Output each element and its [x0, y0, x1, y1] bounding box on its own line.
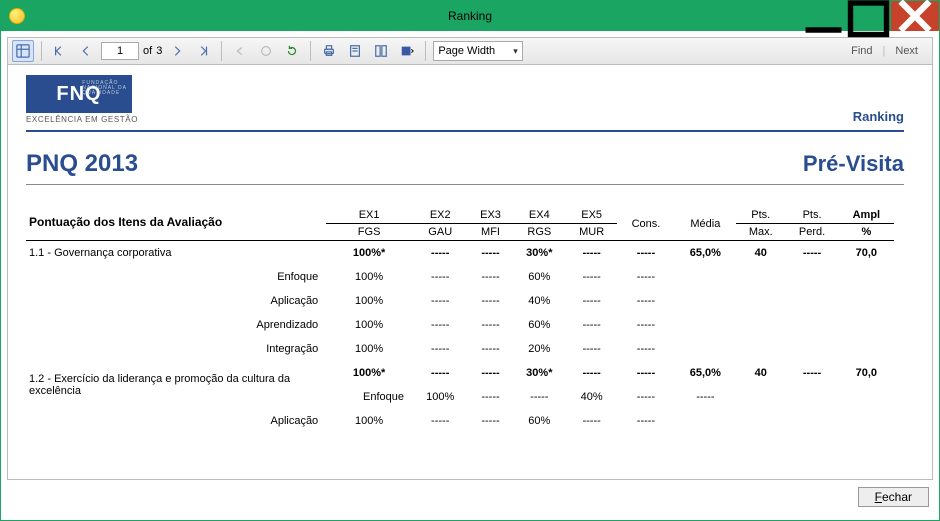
- find-next-link[interactable]: Next: [895, 45, 918, 57]
- fnq-logo: FNQ FUNDAÇÃONACIONAL DAQUALIDADE: [26, 75, 132, 113]
- first-page-icon[interactable]: [49, 40, 71, 62]
- maximize-button[interactable]: [846, 1, 891, 31]
- table-row: 1.2 - Exercício da liderança e promoção …: [26, 361, 904, 385]
- section-heading: Pontuação dos Itens da Avaliação: [26, 207, 326, 241]
- minimize-button[interactable]: [801, 1, 846, 31]
- table-row: Aplicação100%----------60%----------: [26, 409, 904, 433]
- close-button[interactable]: Fechar: [858, 487, 929, 507]
- stop-icon[interactable]: [255, 40, 277, 62]
- of-label: of: [143, 45, 152, 57]
- app-icon: [9, 8, 25, 24]
- print-layout-icon[interactable]: [344, 40, 366, 62]
- table-row: Enfoque100%----------60%----------: [26, 265, 904, 289]
- page-total: 3: [156, 45, 162, 57]
- print-icon[interactable]: [318, 40, 340, 62]
- last-page-icon[interactable]: [192, 40, 214, 62]
- table-row: Integração100%----------20%----------: [26, 337, 904, 361]
- prev-page-icon[interactable]: [75, 40, 97, 62]
- page-number-input[interactable]: [101, 42, 139, 60]
- table-row: Aprendizado100%----------60%----------: [26, 313, 904, 337]
- table-row: 1.1 - Governança corporativa100%*-------…: [26, 241, 904, 266]
- refresh-icon[interactable]: [281, 40, 303, 62]
- back-icon[interactable]: [229, 40, 251, 62]
- window-title: Ranking: [448, 9, 492, 23]
- document-map-icon[interactable]: [12, 40, 34, 62]
- report-title: PNQ 2013: [26, 150, 138, 178]
- scores-table: Pontuação dos Itens da Avaliação EX1EX2E…: [26, 207, 904, 433]
- report-header-ranking: Ranking: [853, 109, 904, 124]
- report-phase: Pré-Visita: [803, 151, 904, 177]
- zoom-select[interactable]: Page Width: [433, 41, 522, 61]
- report-toolbar: of 3 Page Width Find | Next: [7, 37, 933, 65]
- window-close-button[interactable]: [891, 1, 939, 31]
- page-setup-icon[interactable]: [370, 40, 392, 62]
- window-controls: [801, 1, 939, 31]
- export-icon[interactable]: [396, 40, 418, 62]
- next-page-icon[interactable]: [166, 40, 188, 62]
- logo-tagline: EXCELÊNCIA EM GESTÃO: [26, 115, 138, 124]
- table-row: Aplicação100%----------40%----------: [26, 289, 904, 313]
- titlebar: Ranking: [1, 1, 939, 31]
- report-viewer[interactable]: FNQ FUNDAÇÃONACIONAL DAQUALIDADE EXCELÊN…: [7, 65, 933, 480]
- find-link[interactable]: Find: [851, 45, 872, 57]
